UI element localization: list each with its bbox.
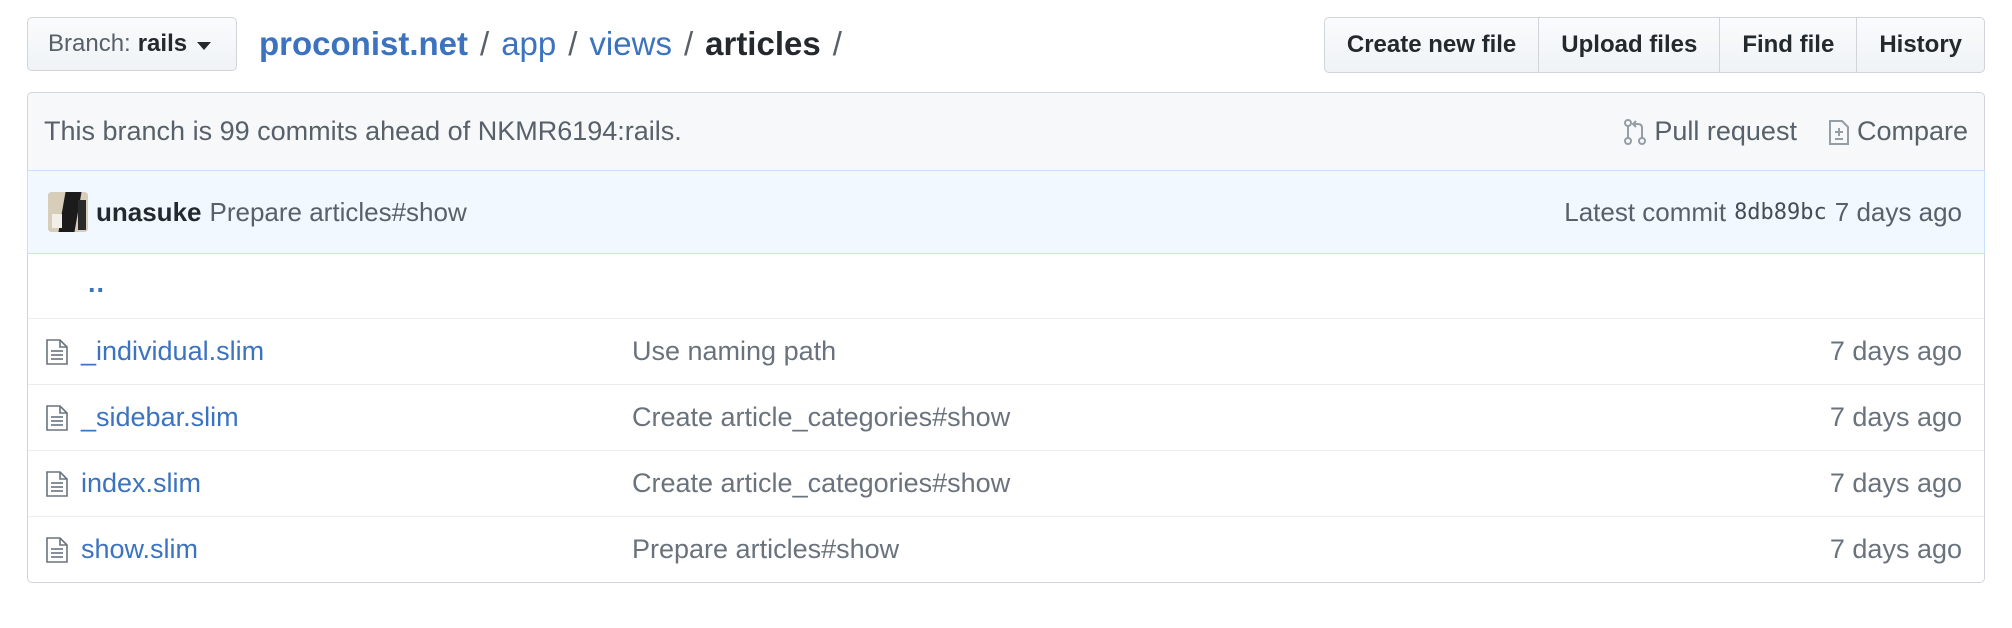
latest-commit-label: Latest commit	[1564, 196, 1727, 227]
file-age: 7 days ago	[1829, 336, 1962, 366]
branch-actions: Pull request Compare	[1592, 116, 1968, 147]
file-commit-message-link[interactable]: Prepare articles#show	[632, 534, 899, 565]
breadcrumb-separator: /	[480, 25, 490, 62]
file-row: index.slim Create article_categories#sho…	[28, 450, 1984, 516]
file-icon	[46, 471, 68, 497]
avatar[interactable]	[48, 192, 88, 232]
branch-select-button[interactable]: Branch: rails	[27, 17, 237, 71]
file-icon	[46, 537, 68, 563]
commit-author-link[interactable]: unasuke	[96, 197, 202, 228]
file-commit-message-link[interactable]: Create article_categories#show	[632, 468, 1010, 499]
breadcrumb-link-views[interactable]: views	[589, 25, 672, 62]
breadcrumb: proconist.net / app / views / articles /	[259, 21, 854, 67]
caret-down-icon	[197, 41, 212, 50]
commit-sha-link[interactable]: 8db89bc	[1734, 200, 1827, 225]
file-icon	[46, 405, 68, 431]
file-name-link[interactable]: _individual.slim	[81, 336, 264, 367]
compare-label: Compare	[1856, 116, 1968, 146]
file-row: show.slim Prepare articles#show 7 days a…	[28, 516, 1984, 582]
breadcrumb-link-app[interactable]: app	[501, 25, 556, 62]
breadcrumb-separator: /	[683, 25, 694, 62]
file-icon	[46, 339, 68, 365]
file-age: 7 days ago	[1829, 534, 1962, 564]
file-commit-message-link[interactable]: Use naming path	[632, 336, 836, 367]
latest-commit-bar: unasuke Prepare articles#show Latest com…	[27, 170, 1985, 254]
pull-request-label: Pull request	[1654, 116, 1797, 146]
file-commit-message-link[interactable]: Create article_categories#show	[632, 402, 1010, 433]
parent-directory-row: ..	[28, 254, 1984, 318]
commit-message-link[interactable]: Prepare articles#show	[210, 197, 467, 228]
branch-name: rails	[137, 30, 188, 57]
file-age: 7 days ago	[1829, 468, 1962, 498]
branch-label: Branch:	[48, 30, 131, 57]
breadcrumb-separator: /	[832, 25, 842, 62]
file-navigation: Branch: rails proconist.net / app / views / ar…	[27, 17, 1985, 73]
breadcrumb-separator: /	[568, 25, 578, 62]
file-name-link[interactable]: _sidebar.slim	[81, 402, 239, 433]
branch-status-text: This branch is 99 commits ahead of NKMR6…	[44, 116, 682, 146]
pull-request-link[interactable]: Pull request	[1622, 116, 1797, 147]
file-table: .. _individual.slim Use naming path 7 da…	[27, 254, 1985, 583]
branch-infobar: This branch is 99 commits ahead of NKMR6…	[27, 92, 1985, 170]
file-actions-group: Create new file Upload files Find file H…	[1323, 17, 1985, 73]
breadcrumb-root-link[interactable]: proconist.net	[259, 25, 468, 62]
upload-files-button[interactable]: Upload files	[1538, 17, 1721, 73]
commit-meta: Latest commit 8db89bc 7 days ago	[1564, 197, 1962, 228]
file-name-link[interactable]: index.slim	[81, 468, 201, 499]
file-age: 7 days ago	[1829, 402, 1962, 432]
commit-age: 7 days ago	[1834, 196, 1962, 227]
diff-icon	[1828, 119, 1849, 145]
file-name-link[interactable]: show.slim	[81, 534, 198, 565]
file-row: _individual.slim Use naming path 7 days …	[28, 318, 1984, 384]
parent-directory-link[interactable]: ..	[88, 268, 105, 299]
create-new-file-button[interactable]: Create new file	[1323, 17, 1540, 73]
compare-link[interactable]: Compare	[1827, 116, 1968, 147]
breadcrumb-current: articles	[705, 25, 821, 62]
file-row: _sidebar.slim Create article_categories#…	[28, 384, 1984, 450]
history-button[interactable]: History	[1856, 17, 1985, 73]
find-file-button[interactable]: Find file	[1719, 17, 1858, 73]
git-pull-request-icon	[1624, 118, 1647, 145]
